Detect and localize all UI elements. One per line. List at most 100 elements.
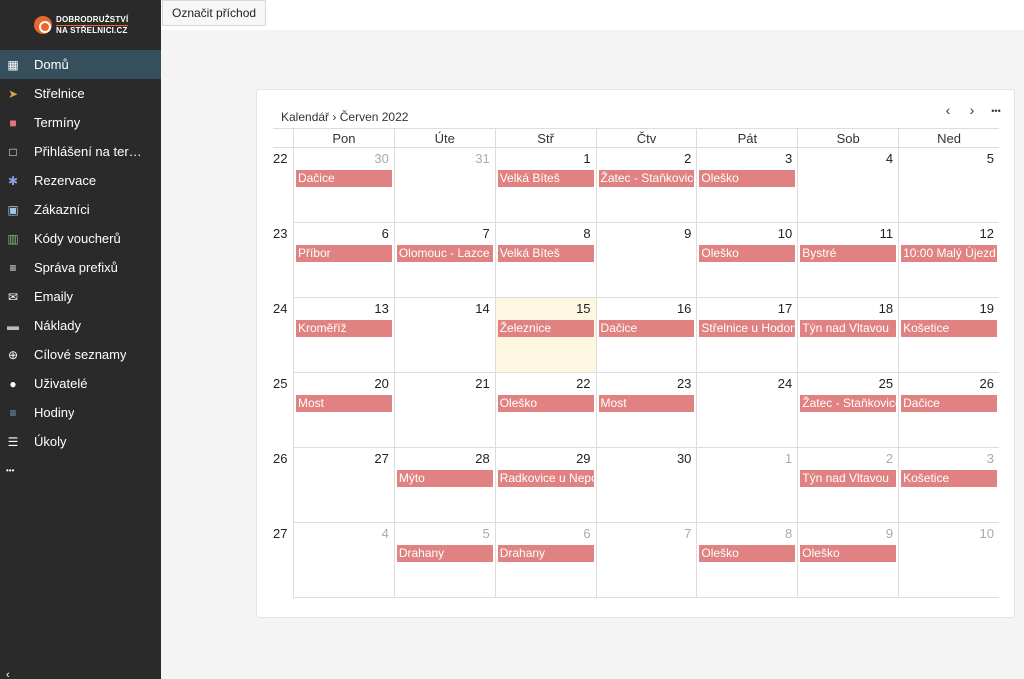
calendar-event[interactable]: Týn nad Vltavou	[800, 470, 897, 487]
day-cell[interactable]: 6 Příbor	[292, 223, 394, 298]
day-number[interactable]: 10	[778, 226, 792, 241]
day-number[interactable]: 31	[475, 151, 489, 166]
calendar-event[interactable]: Most	[598, 395, 695, 412]
day-cell[interactable]: 23 Most	[595, 373, 697, 448]
next-month-icon[interactable]: ›	[964, 102, 980, 120]
calendar-event[interactable]: Oleško	[699, 170, 796, 187]
day-number[interactable]: 12	[980, 226, 994, 241]
prev-month-icon[interactable]: ‹	[940, 102, 956, 120]
calendar-event[interactable]: Bystré	[800, 245, 897, 262]
day-number[interactable]: 14	[475, 301, 489, 316]
mark-arrival-button[interactable]: Označit příchod	[162, 0, 267, 26]
calendar-event[interactable]: Kroměříž	[295, 320, 392, 337]
day-number[interactable]: 4	[886, 151, 893, 166]
logo[interactable]: DOBRODRUŽSTVÍ NA STŘELNICI.CZ	[0, 0, 161, 50]
day-cell[interactable]: 9	[595, 223, 697, 298]
day-cell[interactable]: 1	[696, 448, 798, 523]
day-number[interactable]: 2	[684, 151, 691, 166]
calendar-event[interactable]: Radkovice u Nepomuku	[497, 470, 594, 487]
day-number[interactable]: 17	[778, 301, 792, 316]
day-cell[interactable]: 4	[797, 148, 899, 223]
day-number[interactable]: 5	[482, 526, 489, 541]
day-number[interactable]: 11	[880, 226, 894, 241]
day-cell[interactable]: 30 Dačice	[292, 148, 394, 223]
day-number[interactable]: 7	[482, 226, 489, 241]
calendar-event[interactable]: Oleško	[497, 395, 594, 412]
day-number[interactable]: 20	[374, 376, 388, 391]
day-cell[interactable]: 2 Týn nad Vltavou	[797, 448, 899, 523]
day-cell[interactable]: 22 Oleško	[494, 373, 596, 448]
sidebar-item-location-arrow[interactable]: ➤ Střelnice	[0, 79, 161, 108]
calendar-event[interactable]: Žatec - Staňkovice	[800, 395, 897, 412]
sidebar-item-checkbox[interactable]: □ Přihlášení na ter…	[0, 137, 161, 166]
day-cell[interactable]: 16 Dačice	[595, 298, 697, 373]
day-cell[interactable]: 7 Olomouc - Lazce	[393, 223, 495, 298]
day-cell[interactable]: 8 Oleško	[696, 523, 798, 598]
day-number[interactable]: 23	[677, 376, 691, 391]
day-number[interactable]: 2	[886, 451, 893, 466]
day-number[interactable]: 5	[987, 151, 994, 166]
calendar-event[interactable]: Drahany	[396, 545, 493, 562]
day-cell[interactable]: 24	[696, 373, 798, 448]
day-number[interactable]: 24	[778, 376, 792, 391]
day-number[interactable]: 1	[785, 451, 792, 466]
day-number[interactable]: 7	[684, 526, 691, 541]
day-number[interactable]: 6	[583, 526, 590, 541]
day-cell[interactable]: 26 Dačice	[898, 373, 999, 448]
calendar-event[interactable]: Dačice	[295, 170, 392, 187]
day-cell[interactable]: 6 Drahany	[494, 523, 596, 598]
calendar-event[interactable]: Drahany	[497, 545, 594, 562]
day-cell[interactable]: 27	[292, 448, 394, 523]
day-cell[interactable]: 20 Most	[292, 373, 394, 448]
calendar-event[interactable]: 10:00 Malý Újezd	[901, 245, 997, 262]
day-cell[interactable]: 5 Drahany	[393, 523, 495, 598]
day-cell[interactable]: 29 Radkovice u Nepomuku	[494, 448, 596, 523]
sidebar-item-asterisk[interactable]: ✱ Rezervace	[0, 166, 161, 195]
day-cell[interactable]: 5	[898, 148, 999, 223]
day-number[interactable]: 21	[475, 376, 489, 391]
day-number[interactable]: 3	[987, 451, 994, 466]
calendar-event[interactable]: Příbor	[295, 245, 392, 262]
day-cell[interactable]: 3 Oleško	[696, 148, 798, 223]
day-number[interactable]: 10	[980, 526, 994, 541]
day-cell[interactable]: 9 Oleško	[797, 523, 899, 598]
calendar-event[interactable]: Střelnice u Hodoní	[699, 320, 796, 337]
calendar-event[interactable]: Mýto	[396, 470, 493, 487]
day-cell[interactable]: 3 Košetice	[898, 448, 999, 523]
day-number[interactable]: 9	[886, 526, 893, 541]
calendar-event[interactable]: Oleško	[699, 545, 796, 562]
day-number[interactable]: 13	[374, 301, 388, 316]
day-number[interactable]: 22	[576, 376, 590, 391]
day-number[interactable]: 15	[576, 301, 590, 316]
day-number[interactable]: 19	[980, 301, 994, 316]
sidebar-item-barcode[interactable]: ▥ Kódy voucherů	[0, 224, 161, 253]
sidebar-item-id-card[interactable]: ▣ Zákazníci	[0, 195, 161, 224]
day-cell[interactable]: 19 Košetice	[898, 298, 999, 373]
day-number[interactable]: 25	[879, 376, 893, 391]
day-number[interactable]: 28	[475, 451, 489, 466]
day-number[interactable]: 26	[980, 376, 994, 391]
day-cell[interactable]: 30	[595, 448, 697, 523]
day-cell[interactable]: 12 10:00 Malý Újezd	[898, 223, 999, 298]
day-number[interactable]: 3	[785, 151, 792, 166]
day-cell[interactable]: 28 Mýto	[393, 448, 495, 523]
day-cell[interactable]: 14	[393, 298, 495, 373]
sidebar-item-align-left[interactable]: ≡ Správa prefixů	[0, 253, 161, 282]
calendar-event[interactable]: Velká Bíteš	[497, 245, 594, 262]
day-number[interactable]: 9	[684, 226, 691, 241]
sidebar-item-calendar-square[interactable]: ■ Termíny	[0, 108, 161, 137]
calendar-event[interactable]: Košetice	[901, 470, 997, 487]
sidebar-item-task-list[interactable]: ☰ Úkoly	[0, 427, 161, 456]
calendar-event[interactable]: Žatec - Staňkovice	[598, 170, 695, 187]
day-number[interactable]: 1	[583, 151, 590, 166]
calendar-event[interactable]: Dačice	[901, 395, 997, 412]
day-cell[interactable]: 17 Střelnice u Hodoní	[696, 298, 798, 373]
day-cell[interactable]: 1 Velká Bíteš	[494, 148, 596, 223]
day-cell-today[interactable]: 15 Železnice	[494, 298, 596, 373]
day-number[interactable]: 4	[382, 526, 389, 541]
day-number[interactable]: 8	[785, 526, 792, 541]
day-number[interactable]: 18	[879, 301, 893, 316]
day-cell[interactable]: 4	[292, 523, 394, 598]
day-cell[interactable]: 7	[595, 523, 697, 598]
day-number[interactable]: 30	[677, 451, 691, 466]
